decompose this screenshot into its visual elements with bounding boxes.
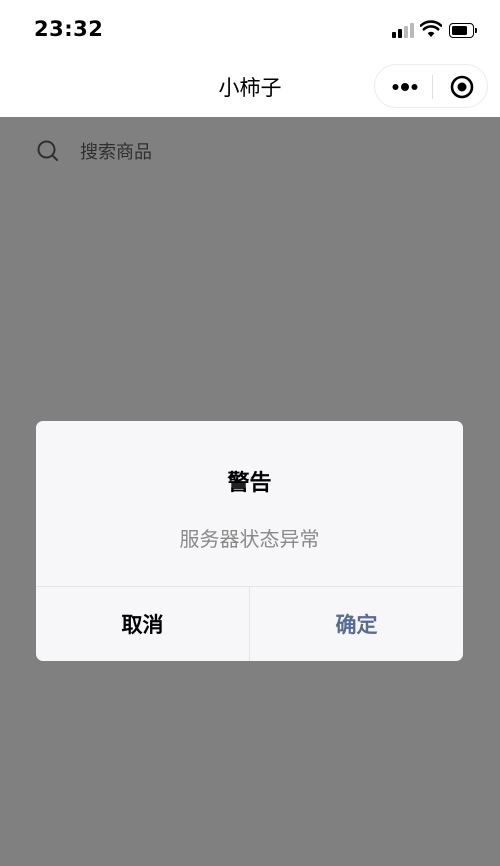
status-bar: 23:32 <box>0 0 500 60</box>
status-time: 23:32 <box>34 17 104 41</box>
confirm-button[interactable]: 确定 <box>250 587 463 661</box>
cellular-signal-icon <box>392 22 416 38</box>
alert-dialog: 警告 服务器状态异常 取消 确定 <box>36 421 463 661</box>
close-miniprogram-icon[interactable] <box>450 75 474 99</box>
wifi-icon <box>420 20 442 37</box>
more-icon[interactable] <box>392 81 418 93</box>
nav-bar: 小柿子 <box>0 60 500 117</box>
capsule-divider <box>432 75 433 99</box>
miniprogram-capsule <box>374 64 488 108</box>
cancel-button[interactable]: 取消 <box>36 587 249 661</box>
battery-icon <box>449 23 477 38</box>
dialog-title: 警告 <box>227 471 272 496</box>
dialog-message: 服务器状态异常 <box>179 527 320 551</box>
